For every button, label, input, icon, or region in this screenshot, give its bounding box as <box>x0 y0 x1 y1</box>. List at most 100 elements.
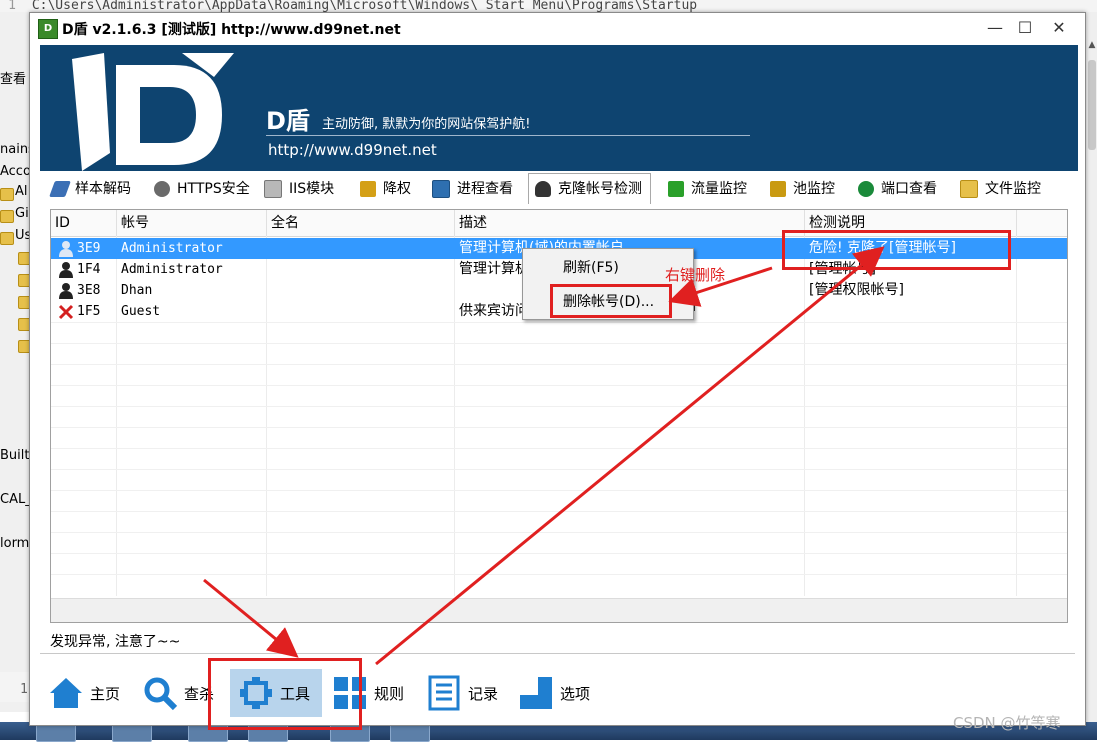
scroll-up-icon: ▲ <box>1088 40 1096 50</box>
grid-line <box>51 343 1067 344</box>
home-icon <box>50 678 82 708</box>
cell-id: 1F5 <box>77 304 101 319</box>
list-icon <box>428 675 460 711</box>
tab-ports[interactable]: 端口查看 <box>858 175 937 203</box>
tab-label: 进程查看 <box>457 181 513 197</box>
tab-label: 文件监控 <box>985 181 1041 197</box>
cell-id: 3E9 <box>77 241 101 256</box>
grid-line <box>51 364 1067 365</box>
tab-sample-decode[interactable]: 样本解码 <box>49 175 131 203</box>
pool-icon <box>770 181 786 197</box>
cell-account: Guest <box>121 304 161 319</box>
cell-fullname <box>267 259 455 280</box>
brand-name: D盾 <box>266 107 310 135</box>
horizontal-scrollbar[interactable] <box>51 598 1067 622</box>
grid-line <box>51 448 1067 449</box>
bg-fragment: 查看 <box>0 72 27 87</box>
tab-process[interactable]: 进程查看 <box>432 175 513 203</box>
magnifier-icon <box>144 677 178 711</box>
grid-line <box>51 427 1067 428</box>
divider <box>40 653 1075 654</box>
column-header-fullname[interactable]: 全名 <box>267 210 455 236</box>
tab-label: 池监控 <box>793 181 835 197</box>
folder-icon <box>0 210 14 223</box>
bg-fragment: lorm <box>0 536 30 551</box>
background-path-text: C:\Users\Administrator\AppData\Roaming\M… <box>31 0 698 12</box>
nav-log-button[interactable]: 记录 <box>426 669 498 717</box>
tab-traffic[interactable]: 流量监控 <box>668 175 747 203</box>
taskbar-item[interactable] <box>112 724 152 742</box>
grid-line <box>51 385 1067 386</box>
dshield-window: D D盾 v2.1.6.3 [测试版] http://www.d99net.ne… <box>29 12 1086 726</box>
feather-icon <box>49 181 71 197</box>
close-button[interactable]: ✕ <box>1044 17 1074 39</box>
cell-detection <box>805 301 1017 322</box>
scroll-thumb <box>1088 60 1096 150</box>
column-header-account[interactable]: 帐号 <box>117 210 267 236</box>
watermark: CSDN @竹等寒 <box>953 714 1061 732</box>
tab-pool[interactable]: 池监控 <box>770 175 835 203</box>
nav-options-button[interactable]: 选项 <box>518 669 590 717</box>
folder-icon <box>0 232 14 245</box>
taskbar-item[interactable] <box>390 724 430 742</box>
cell-id: 3E8 <box>77 283 101 298</box>
grid-line <box>51 553 1067 554</box>
grid-line <box>51 574 1067 575</box>
annotation-box-warning <box>782 230 1011 270</box>
folder-icon <box>960 180 978 198</box>
column-header-description[interactable]: 描述 <box>455 210 805 236</box>
badge-icon <box>360 181 376 197</box>
nav-label: 记录 <box>468 684 499 703</box>
grid-line <box>51 406 1067 407</box>
maximize-button[interactable]: ☐ <box>1010 17 1040 39</box>
bottom-nav: 主页 查杀 工具 规则 记录 选项 <box>40 669 1080 721</box>
background-scrollbar: ▲ <box>1085 12 1097 722</box>
gear-icon <box>154 181 170 197</box>
nav-scan-button[interactable]: 查杀 <box>142 669 214 717</box>
background-editor-line: 1 C:\Users\Administrator\AppData\Roaming… <box>0 0 1097 12</box>
tab-downgrade[interactable]: 降权 <box>360 175 411 203</box>
menu-item-refresh[interactable]: 刷新(F5) <box>563 257 619 277</box>
user-icon <box>59 283 73 299</box>
tab-label: 端口查看 <box>881 181 937 197</box>
annotation-label: 右键删除 <box>665 266 726 284</box>
bg-fragment: Al <box>15 184 28 199</box>
module-icon <box>264 180 282 198</box>
tab-label: 降权 <box>383 181 411 197</box>
tab-file-monitor[interactable]: 文件监控 <box>960 175 1041 203</box>
cell-fullname <box>267 280 455 301</box>
minimize-button[interactable]: — <box>980 17 1010 39</box>
column-header-id[interactable]: ID <box>51 210 117 236</box>
grid-line <box>51 511 1067 512</box>
nav-home-button[interactable]: 主页 <box>48 669 120 717</box>
tab-label: 样本解码 <box>75 181 131 197</box>
user-icon <box>59 262 73 278</box>
cell-account: Administrator <box>121 241 223 256</box>
taskbar-item[interactable] <box>36 724 76 742</box>
nav-label: 选项 <box>560 684 591 703</box>
nav-label: 规则 <box>374 684 405 703</box>
brand-url[interactable]: http://www.d99net.net <box>268 141 437 159</box>
bg-fragment: Gi <box>15 206 29 221</box>
status-text: 发现异常, 注意了~~ <box>50 634 181 650</box>
tab-clone-account[interactable]: 克隆帐号检测 <box>528 173 651 204</box>
app-icon: D <box>38 19 58 39</box>
tab-label: 流量监控 <box>691 181 747 197</box>
title-bar[interactable]: D D盾 v2.1.6.3 [测试版] http://www.d99net.ne… <box>30 13 1085 43</box>
nav-label: 主页 <box>90 684 121 703</box>
line-number: 1 <box>20 682 28 697</box>
cell-id: 1F4 <box>77 262 101 277</box>
options-icon <box>520 677 552 709</box>
tab-iis[interactable]: IIS模块 <box>264 175 334 203</box>
cell-account: Administrator <box>121 262 223 277</box>
user-icon <box>535 181 551 197</box>
window-icon <box>432 180 450 198</box>
tab-label: 克隆帐号检测 <box>558 181 642 197</box>
brand-slogan: 主动防御, 默默为你的网站保驾护航! <box>322 117 531 132</box>
grid-line <box>51 532 1067 533</box>
globe-icon <box>858 181 874 197</box>
window-title: D盾 v2.1.6.3 [测试版] http://www.d99net.net <box>62 22 401 38</box>
tab-label: IIS模块 <box>289 181 335 197</box>
cell-detection: [管理权限帐号] <box>809 282 904 298</box>
tab-https[interactable]: HTTPS安全 <box>154 175 250 203</box>
